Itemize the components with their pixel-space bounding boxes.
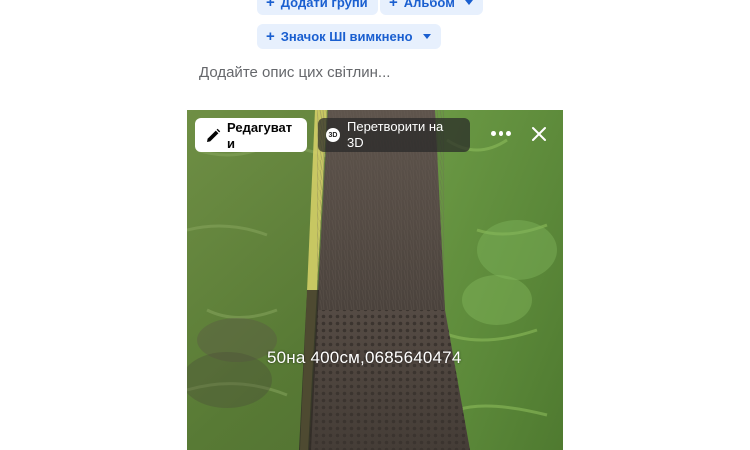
- plus-icon: +: [266, 28, 275, 45]
- add-groups-label: Додати групи: [280, 0, 368, 10]
- caret-down-icon: [422, 34, 431, 39]
- composer-column: + Додати групи + Альбом + Значок ШІ вимк…: [187, 0, 563, 450]
- close-icon[interactable]: [531, 126, 547, 142]
- description-placeholder: Додайте опис цих світлин...: [199, 64, 391, 81]
- photo-preview[interactable]: Редагувати 3D Перетворити на 3D 50на 400…: [187, 110, 563, 450]
- photo-post-composer: + Додати групи + Альбом + Значок ШІ вимк…: [0, 0, 750, 450]
- more-icon[interactable]: [491, 131, 512, 137]
- badge-3d-icon: 3D: [326, 128, 340, 142]
- album-button[interactable]: + Альбом: [380, 0, 483, 15]
- edit-photo-button[interactable]: Редагувати: [195, 118, 307, 152]
- photo-image: [187, 110, 563, 450]
- description-input[interactable]: Додайте опис цих світлин...: [199, 64, 390, 81]
- edit-label: Редагувати: [227, 120, 293, 151]
- photo-overlay-text: 50на 400см,0685640474: [267, 348, 462, 367]
- album-label: Альбом: [403, 0, 455, 10]
- convert-3d-button[interactable]: 3D Перетворити на 3D: [318, 118, 470, 152]
- pencil-icon: [207, 128, 221, 142]
- ai-label-button[interactable]: + Значок ШІ вимкнено: [257, 24, 441, 49]
- caret-down-icon: [464, 0, 473, 5]
- convert-3d-label: Перетворити на 3D: [347, 119, 444, 150]
- plus-icon: +: [389, 0, 398, 11]
- plus-icon: +: [266, 0, 275, 11]
- add-groups-button[interactable]: + Додати групи: [257, 0, 378, 15]
- ai-label-text: Значок ШІ вимкнено: [280, 29, 413, 44]
